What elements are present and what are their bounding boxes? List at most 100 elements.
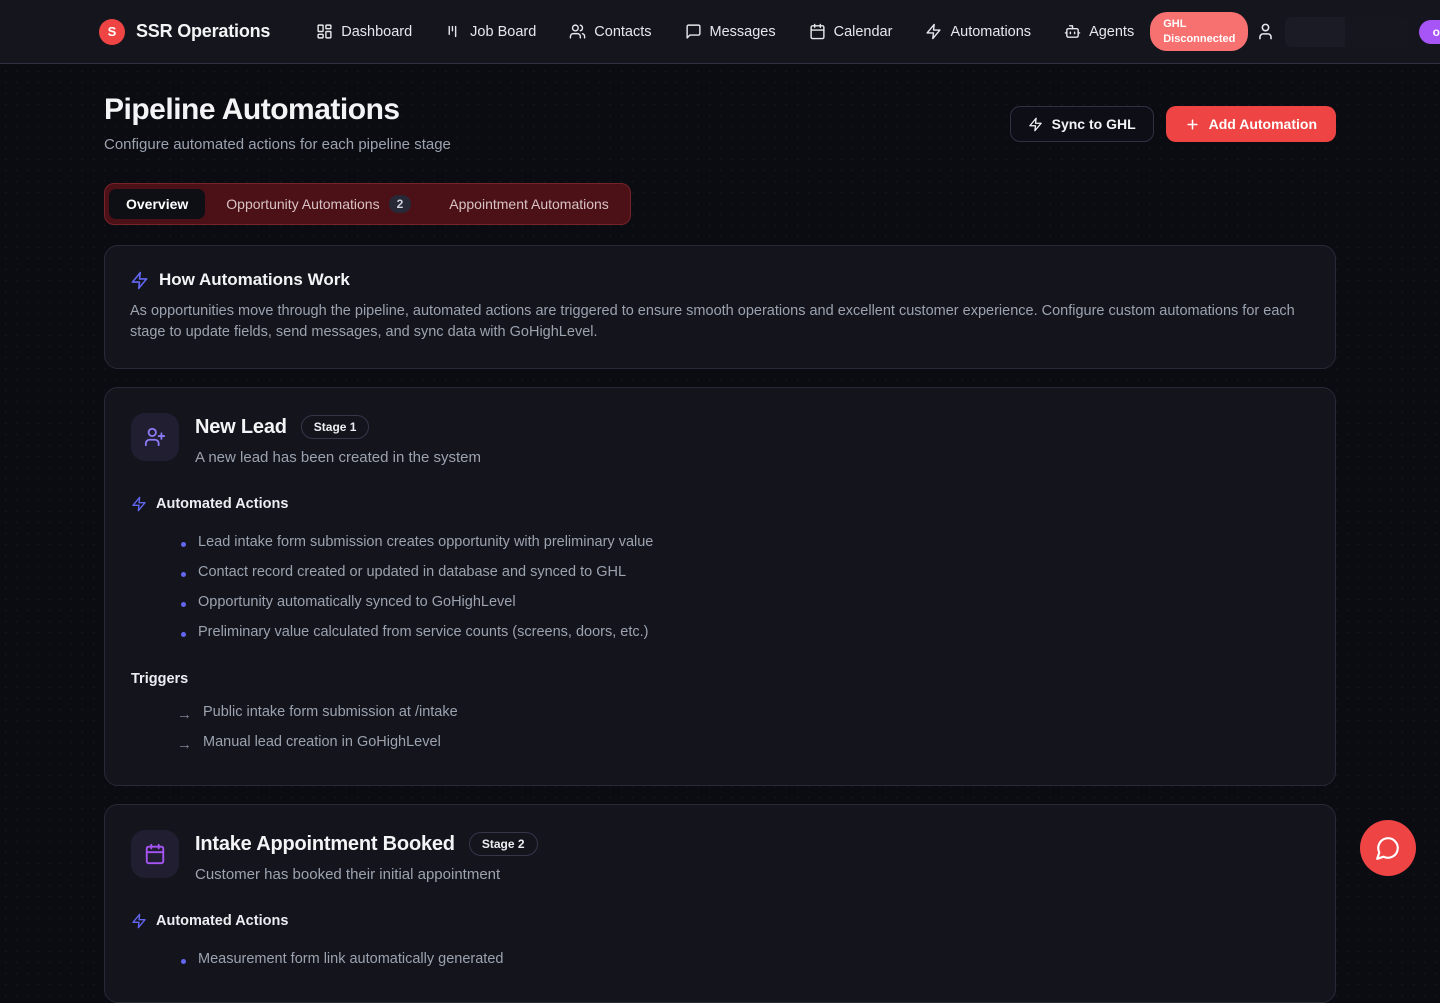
nav-item-label: Contacts <box>594 24 651 40</box>
stage-description: A new lead has been created in the syste… <box>195 449 481 466</box>
stage-description: Customer has booked their initial appoin… <box>195 866 538 883</box>
nav-item-job-board[interactable]: Job Board <box>445 23 536 40</box>
arrow-right-icon: → <box>177 706 192 723</box>
tab-overview[interactable]: Overview <box>109 189 205 219</box>
page-title: Pipeline Automations <box>104 93 451 127</box>
calendar-icon <box>144 843 166 865</box>
primary-nav: Dashboard Job Board Contacts Messages Ca… <box>316 23 1134 40</box>
nav-item-contacts[interactable]: Contacts <box>569 23 651 40</box>
user-menu-placeholder-2[interactable] <box>1345 17 1409 47</box>
zap-icon <box>131 913 147 929</box>
sync-to-ghl-button[interactable]: Sync to GHL <box>1010 106 1154 142</box>
nav-item-messages[interactable]: Messages <box>685 23 776 40</box>
tab-bar: Overview Opportunity Automations 2 Appoi… <box>104 183 631 225</box>
stage-title: New Lead <box>195 416 287 439</box>
how-automations-work-card: How Automations Work As opportunities mo… <box>104 245 1336 369</box>
action-list: Measurement form link automatically gene… <box>131 944 1309 974</box>
nav-item-dashboard[interactable]: Dashboard <box>316 23 412 40</box>
automated-actions-label: Automated Actions <box>156 496 288 512</box>
stage-badge: Stage 1 <box>301 415 370 439</box>
action-text: Preliminary value calculated from servic… <box>198 624 648 640</box>
action-text: Contact record created or updated in dat… <box>198 564 626 580</box>
tab-count-badge: 2 <box>389 195 412 213</box>
info-card-header: How Automations Work <box>130 270 1310 290</box>
stage-card-intake-appointment-booked: Intake Appointment Booked Stage 2 Custom… <box>104 804 1336 1003</box>
nav-item-label: Automations <box>950 24 1031 40</box>
zap-icon <box>925 23 942 40</box>
tab-label: Overview <box>126 196 188 212</box>
nav-item-label: Messages <box>710 24 776 40</box>
trigger-text: Manual lead creation in GoHighLevel <box>203 734 441 750</box>
plus-icon <box>1185 117 1200 132</box>
tab-label: Opportunity Automations <box>226 196 379 212</box>
automated-actions-header: Automated Actions <box>131 496 1309 512</box>
kanban-icon <box>445 23 462 40</box>
add-automation-button[interactable]: Add Automation <box>1166 106 1336 142</box>
bullet-icon <box>181 602 186 607</box>
stage-header-text: Intake Appointment Booked Stage 2 Custom… <box>195 830 538 883</box>
bullet-icon <box>181 959 186 964</box>
tab-appointment-automations[interactable]: Appointment Automations <box>432 189 626 219</box>
tab-label: Appointment Automations <box>449 196 609 212</box>
bullet-icon <box>181 542 186 547</box>
action-list: Lead intake form submission creates oppo… <box>131 527 1309 647</box>
trigger-text: Public intake form submission at /intake <box>203 704 458 720</box>
tab-opportunity-automations[interactable]: Opportunity Automations 2 <box>209 188 428 220</box>
main-content: Pipeline Automations Configure automated… <box>0 64 1440 1003</box>
triggers-label: Triggers <box>131 671 1309 687</box>
list-item: Lead intake form submission creates oppo… <box>131 527 1309 557</box>
user-icon[interactable] <box>1256 22 1275 41</box>
action-text: Measurement form link automatically gene… <box>198 951 503 967</box>
trigger-list: → Public intake form submission at /inta… <box>131 697 1309 757</box>
brand-initial: S <box>108 24 117 39</box>
action-text: Lead intake form submission creates oppo… <box>198 534 653 550</box>
brand[interactable]: S SSR Operations <box>99 19 270 45</box>
stage-card-header: New Lead Stage 1 A new lead has been cre… <box>131 413 1309 466</box>
stage-title: Intake Appointment Booked <box>195 833 455 856</box>
message-square-icon <box>685 23 702 40</box>
page-header-text: Pipeline Automations Configure automated… <box>104 93 451 153</box>
page-subtitle: Configure automated actions for each pip… <box>104 136 451 153</box>
brand-name: SSR Operations <box>136 21 270 42</box>
list-item: Contact record created or updated in dat… <box>131 557 1309 587</box>
nav-right: owner <box>1256 17 1440 47</box>
stage-card-new-lead: New Lead Stage 1 A new lead has been cre… <box>104 387 1336 786</box>
list-item: → Manual lead creation in GoHighLevel <box>131 727 1309 757</box>
nav-item-agents[interactable]: Agents <box>1064 23 1134 40</box>
list-item: Measurement form link automatically gene… <box>131 944 1309 974</box>
list-item: → Public intake form submission at /inta… <box>131 697 1309 727</box>
top-navbar: S SSR Operations Dashboard Job Board Con… <box>0 0 1440 64</box>
nav-item-label: Job Board <box>470 24 536 40</box>
stage-badge: Stage 2 <box>469 832 538 856</box>
nav-item-automations[interactable]: Automations <box>925 23 1031 40</box>
role-badge: owner <box>1419 20 1440 44</box>
info-card-body: As opportunities move through the pipeli… <box>130 301 1310 342</box>
stage-title-row: Intake Appointment Booked Stage 2 <box>195 832 538 856</box>
zap-icon <box>131 496 147 512</box>
action-text: Opportunity automatically synced to GoHi… <box>198 594 516 610</box>
sync-button-label: Sync to GHL <box>1052 116 1136 132</box>
ghl-badge-line1: GHL <box>1163 17 1235 31</box>
bullet-icon <box>181 632 186 637</box>
zap-icon <box>1028 117 1043 132</box>
nav-item-label: Dashboard <box>341 24 412 40</box>
page-header: Pipeline Automations Configure automated… <box>104 93 1336 153</box>
zap-icon <box>130 271 149 290</box>
calendar-icon <box>809 23 826 40</box>
brand-logo: S <box>99 19 125 45</box>
nav-item-calendar[interactable]: Calendar <box>809 23 893 40</box>
chat-fab-button[interactable] <box>1360 820 1416 876</box>
add-button-label: Add Automation <box>1209 116 1317 132</box>
nav-item-label: Agents <box>1089 24 1134 40</box>
nav-item-label: Calendar <box>834 24 893 40</box>
list-item: Preliminary value calculated from servic… <box>131 617 1309 647</box>
list-item: Opportunity automatically synced to GoHi… <box>131 587 1309 617</box>
stage-icon-box <box>131 830 179 878</box>
info-card-title: How Automations Work <box>159 270 350 290</box>
stage-header-text: New Lead Stage 1 A new lead has been cre… <box>195 413 481 466</box>
user-menu-placeholder[interactable] <box>1285 17 1345 47</box>
message-circle-icon <box>1375 835 1401 861</box>
page-actions: Sync to GHL Add Automation <box>1010 106 1336 142</box>
dashboard-icon <box>316 23 333 40</box>
stage-title-row: New Lead Stage 1 <box>195 415 481 439</box>
